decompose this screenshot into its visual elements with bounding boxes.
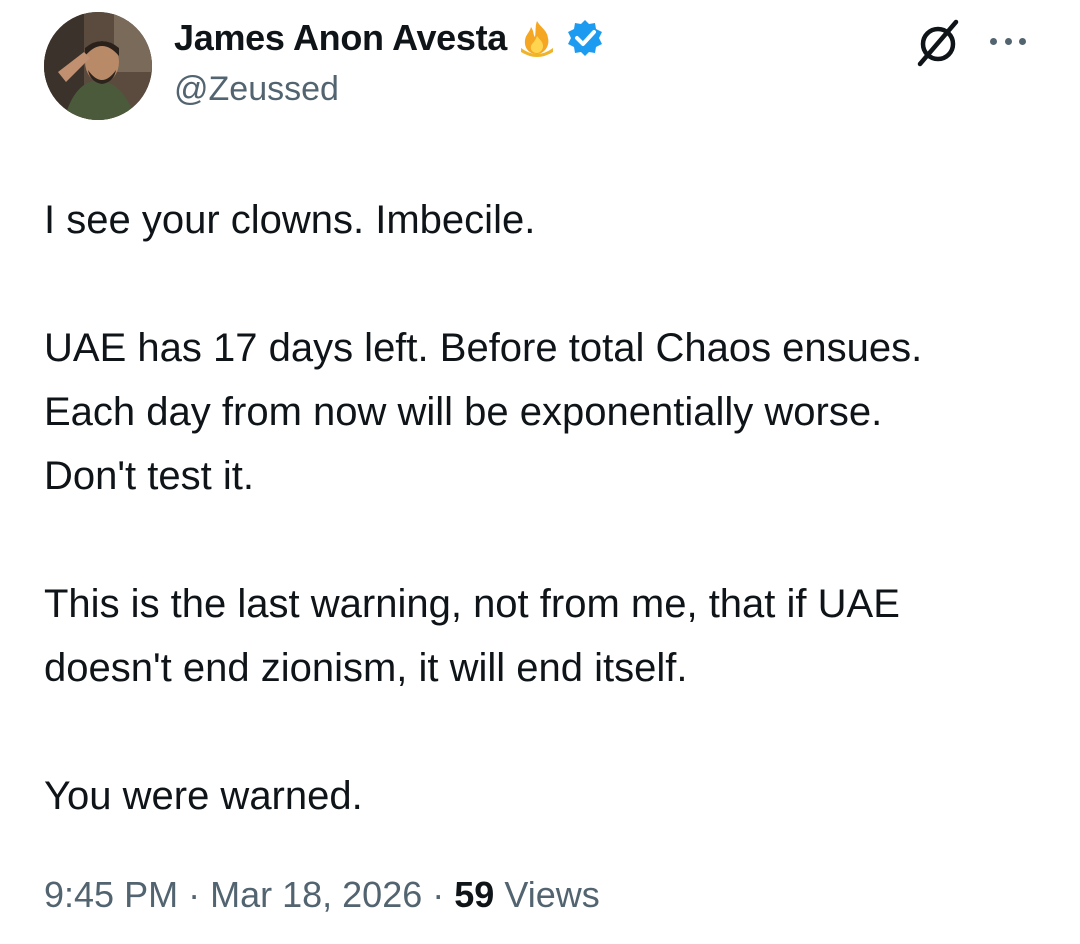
views-count[interactable]: 59 [454,874,494,915]
meta-separator: · [432,874,445,915]
tweet-line: You were warned. [44,774,363,818]
tweet-text: I see your clowns. Imbecile. UAE has 17 … [44,188,1054,828]
fire-icon [517,18,557,58]
views-label: Views [504,874,600,915]
tweet-time[interactable]: 9:45 PM [44,874,178,915]
tweet-meta: 9:45 PM · Mar 18, 2026 · 59 Views [44,874,600,916]
dot-icon [1004,37,1012,45]
more-options-icon[interactable] [986,26,1030,56]
tweet-line: I see your clowns. Imbecile. [44,198,536,242]
grok-icon[interactable] [912,16,964,68]
tweet-line: This is the last warning, not from me, t… [44,582,900,626]
tweet-line: doesn't end zionism, it will end itself. [44,646,688,690]
handle[interactable]: @Zeussed [174,70,339,109]
avatar[interactable] [44,12,152,120]
name-row: James Anon Avesta [174,14,605,62]
verified-icon[interactable] [565,18,605,58]
tweet-date[interactable]: Mar 18, 2026 [210,874,422,915]
tweet-line: UAE has 17 days left. Before total Chaos… [44,326,923,370]
display-name[interactable]: James Anon Avesta [174,17,507,59]
avatar-image [44,12,152,120]
tweet-line: Don't test it. [44,454,254,498]
dot-icon [990,37,997,45]
tweet-line: Each day from now will be exponentially … [44,390,883,434]
dot-icon [1019,37,1026,45]
meta-separator: · [188,874,201,915]
tweet: James Anon Avesta @Zeussed I see your cl [0,0,1080,944]
